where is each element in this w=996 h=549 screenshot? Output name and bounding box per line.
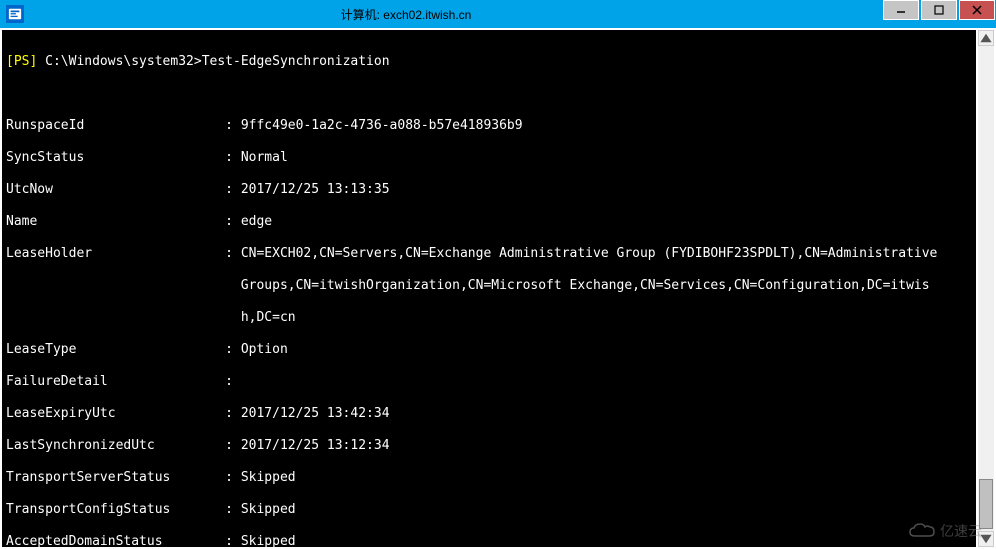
watermark: 亿速云 xyxy=(908,521,982,541)
terminal-container: [PS] C:\Windows\system32>Test-EdgeSynchr… xyxy=(0,28,996,549)
output-row: LastSynchronizedUtc : 2017/12/25 13:12:3… xyxy=(6,438,972,454)
scroll-up-arrow-icon[interactable] xyxy=(978,30,994,46)
vertical-scrollbar[interactable] xyxy=(978,30,994,547)
cloud-icon xyxy=(908,522,936,540)
output-row: h,DC=cn xyxy=(6,310,972,326)
output-row: Name : edge xyxy=(6,214,972,230)
minimize-button[interactable] xyxy=(883,0,919,20)
titlebar: 计算机: exch02.itwish.cn xyxy=(0,0,996,28)
output-row: UtcNow : 2017/12/25 13:13:35 xyxy=(6,182,972,198)
prompt-path: C:\Windows\system32> xyxy=(45,54,202,69)
output-row: LeaseExpiryUtc : 2017/12/25 13:42:34 xyxy=(6,406,972,422)
output-row: LeaseHolder : CN=EXCH02,CN=Servers,CN=Ex… xyxy=(6,246,972,262)
output-row: LeaseType : Option xyxy=(6,342,972,358)
window-controls xyxy=(882,0,996,28)
command-text: Test-EdgeSynchronization xyxy=(202,54,390,69)
maximize-button[interactable] xyxy=(921,0,957,20)
output-row: AcceptedDomainStatus : Skipped xyxy=(6,534,972,547)
output-row: SyncStatus : Normal xyxy=(6,150,972,166)
exchange-shell-icon xyxy=(6,5,24,23)
output-row: TransportServerStatus : Skipped xyxy=(6,470,972,486)
output-row: FailureDetail : xyxy=(6,374,972,390)
window-title: 计算机: exch02.itwish.cn xyxy=(30,6,882,23)
close-button[interactable] xyxy=(959,0,995,20)
output-row: TransportConfigStatus : Skipped xyxy=(6,502,972,518)
prompt-line: [PS] C:\Windows\system32>Test-EdgeSynchr… xyxy=(6,54,972,70)
output-row: RunspaceId : 9ffc49e0-1a2c-4736-a088-b57… xyxy=(6,118,972,134)
ps-label: [PS] xyxy=(6,54,37,69)
terminal[interactable]: [PS] C:\Windows\system32>Test-EdgeSynchr… xyxy=(2,30,976,547)
output-row: Groups,CN=itwishOrganization,CN=Microsof… xyxy=(6,278,972,294)
watermark-text: 亿速云 xyxy=(940,521,982,541)
